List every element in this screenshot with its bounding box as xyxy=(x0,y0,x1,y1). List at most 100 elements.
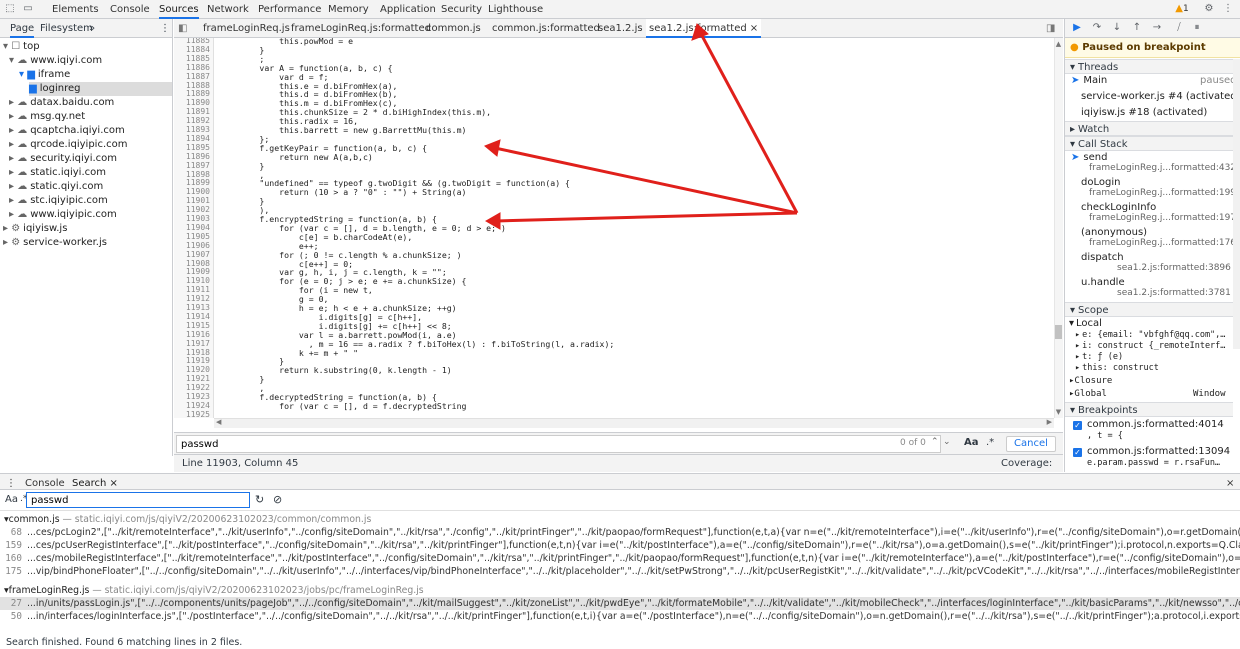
more-options-icon[interactable]: ⋮ xyxy=(1222,3,1234,15)
line-number[interactable]: 11907 xyxy=(174,250,210,259)
scope-variable[interactable]: ▸ e: {email: "vbfghf@qq.com",… xyxy=(1075,330,1225,340)
line-number[interactable]: 11888 xyxy=(174,81,210,90)
breakpoint-file[interactable]: common.js:formatted:13094 xyxy=(1087,446,1230,457)
step-over-icon[interactable]: ↷ xyxy=(1091,22,1103,34)
line-number[interactable]: 11885 xyxy=(174,38,210,45)
editor-tab[interactable]: frameLoginReq.js xyxy=(200,19,293,38)
line-number[interactable]: 11912 xyxy=(174,295,210,303)
breakpoints-header[interactable]: ▾ Breakpoints xyxy=(1065,402,1233,417)
call-frame[interactable]: u.handle xyxy=(1081,277,1125,288)
line-number[interactable]: 11918 xyxy=(174,348,210,357)
sidebar-scrollbar[interactable] xyxy=(1233,59,1240,349)
tree-item[interactable]: ▾ ☐ top xyxy=(3,40,40,54)
breakpoint-file[interactable]: common.js:formatted:4014 xyxy=(1087,419,1224,430)
call-frame[interactable]: (anonymous) xyxy=(1081,227,1147,238)
breakpoint-checkbox[interactable]: ✓ xyxy=(1073,448,1082,457)
toggle-debugger-icon[interactable]: ◨ xyxy=(1046,19,1055,38)
tree-item[interactable]: ▸ ☁ security.iqiyi.com xyxy=(9,152,117,166)
line-number[interactable]: 11910 xyxy=(174,277,210,285)
call-frame[interactable]: dispatch xyxy=(1081,252,1124,263)
match-case-toggle[interactable]: Aa xyxy=(964,437,979,448)
threads-header[interactable]: ▾ Threads xyxy=(1065,59,1233,74)
tab-network[interactable]: Network xyxy=(207,0,249,19)
line-number[interactable]: 11909 xyxy=(174,268,210,276)
line-number[interactable]: 11886 xyxy=(174,63,210,72)
line-number[interactable]: 11915 xyxy=(174,322,210,330)
result-file-header[interactable]: ▾frameLoginReg.js — static.iqiyi.com/js/… xyxy=(0,584,1240,597)
refresh-search-icon[interactable]: ↻ xyxy=(255,493,264,506)
line-number[interactable]: 11917 xyxy=(174,339,210,348)
tree-item[interactable]: ▸ ☁ static.qiyi.com xyxy=(9,180,103,194)
tree-item[interactable]: ▾ ▆ iframe xyxy=(19,68,70,82)
line-number[interactable]: 11900 xyxy=(174,188,210,196)
more-tabs-chevron-icon[interactable]: » xyxy=(89,19,95,38)
find-prev-icon[interactable]: ⌃ xyxy=(931,437,939,447)
tab-page[interactable]: Page xyxy=(10,19,35,38)
tree-item[interactable]: ▸ ⚙ iqiyisw.js xyxy=(3,222,67,236)
line-number[interactable]: 11890 xyxy=(174,99,210,107)
toggle-navigator-icon[interactable]: ◧ xyxy=(178,19,187,38)
result-line[interactable]: 27 ...in/units/passLogin.js",["../../comp… xyxy=(0,597,1240,610)
line-number[interactable]: 11894 xyxy=(174,135,210,143)
line-number[interactable]: 11919 xyxy=(174,357,210,365)
line-number[interactable]: 11911 xyxy=(174,286,210,294)
tree-item[interactable]: ▸ ☁ static.iqiyi.com xyxy=(9,166,106,180)
scroll-left-arrow-icon[interactable]: ◀ xyxy=(216,418,221,426)
global-search-input[interactable] xyxy=(26,492,250,508)
scope-variable[interactable]: ▸ i: construct {_remoteInterf… xyxy=(1075,341,1225,351)
line-number[interactable]: 11913 xyxy=(174,304,210,312)
tab-application[interactable]: Application xyxy=(380,0,436,19)
tree-item[interactable]: ▸ ☁ datax.baidu.com xyxy=(9,96,114,110)
line-number[interactable]: 11891 xyxy=(174,108,210,116)
tab-sources[interactable]: Sources xyxy=(159,0,199,19)
scope-global[interactable]: ▸Global xyxy=(1069,389,1107,399)
tree-item[interactable]: ▆ loginreg xyxy=(29,82,172,96)
line-number[interactable]: 11925 xyxy=(174,411,210,418)
line-number[interactable]: 11924 xyxy=(174,402,210,410)
step-out-icon[interactable]: ↑ xyxy=(1131,22,1143,34)
line-number[interactable]: 11904 xyxy=(174,224,210,232)
code-editor[interactable]: 11885 11884 11885 11886 11887 11888 11889 11890… xyxy=(174,38,1054,418)
editor-vertical-scrollbar[interactable] xyxy=(1054,38,1063,418)
line-number[interactable]: 11916 xyxy=(174,330,210,339)
scope-local[interactable]: ▾ Local xyxy=(1069,318,1102,329)
scope-variable[interactable]: ▸ t: ƒ (e) xyxy=(1075,352,1123,362)
breakpoint-checkbox[interactable]: ✓ xyxy=(1073,421,1082,430)
navigator-menu-icon[interactable]: ⋮ xyxy=(160,19,170,38)
line-number[interactable]: 11889 xyxy=(174,90,210,98)
thread-item[interactable]: ➤ Main xyxy=(1071,75,1107,86)
scroll-down-arrow-icon[interactable]: ▼ xyxy=(1054,408,1063,416)
line-number[interactable]: 11884 xyxy=(174,46,210,54)
editor-tab[interactable]: frameLoginReq.js:formatted xyxy=(288,19,434,38)
line-number[interactable]: 11908 xyxy=(174,259,210,268)
line-number[interactable]: 11923 xyxy=(174,393,210,401)
tab-security[interactable]: Security xyxy=(441,0,482,19)
tree-item[interactable]: ▸ ☁ qrcode.iqiyipic.com xyxy=(9,138,128,152)
drawer-match-case-toggle[interactable]: Aa xyxy=(5,494,18,505)
scope-header[interactable]: ▾ Scope xyxy=(1065,302,1233,317)
scope-variable[interactable]: ▸ this: construct xyxy=(1075,363,1159,373)
line-number[interactable]: 11898 xyxy=(174,170,210,179)
close-tab-icon[interactable]: × xyxy=(110,478,118,489)
pause-on-exceptions-icon[interactable]: ⏸ xyxy=(1191,22,1203,34)
clear-search-icon[interactable]: ⊘ xyxy=(273,493,282,506)
scroll-right-arrow-icon[interactable]: ▶ xyxy=(1047,418,1052,426)
watch-header[interactable]: ▸ Watch xyxy=(1065,121,1233,136)
find-next-icon[interactable]: ⌄ xyxy=(943,437,951,447)
thread-item[interactable]: service-worker.js #4 (activated) xyxy=(1081,91,1240,102)
line-number[interactable]: 11892 xyxy=(174,117,210,125)
line-number[interactable]: 11899 xyxy=(174,179,210,187)
line-number[interactable]: 11893 xyxy=(174,126,210,134)
result-line[interactable]: 159 ...ces/pcUserRegistInterface",["../ki… xyxy=(0,539,1240,552)
line-number[interactable]: 11920 xyxy=(174,366,210,374)
line-number[interactable]: 11895 xyxy=(174,144,210,152)
tree-item[interactable]: ▸ ⚙ service-worker.js xyxy=(3,236,107,250)
line-number[interactable]: 11906 xyxy=(174,241,210,250)
line-number[interactable]: 11887 xyxy=(174,72,210,81)
result-line[interactable]: 50 ...in/interfaces/loginInterface.js",["… xyxy=(0,610,1240,623)
step-icon[interactable]: → xyxy=(1151,22,1163,34)
settings-gear-icon[interactable]: ⚙ xyxy=(1203,3,1215,15)
cancel-find-button[interactable]: Cancel xyxy=(1006,436,1056,452)
editor-scroll-thumb[interactable] xyxy=(1055,325,1062,339)
inspect-element-icon[interactable]: ⬚ xyxy=(4,3,16,15)
